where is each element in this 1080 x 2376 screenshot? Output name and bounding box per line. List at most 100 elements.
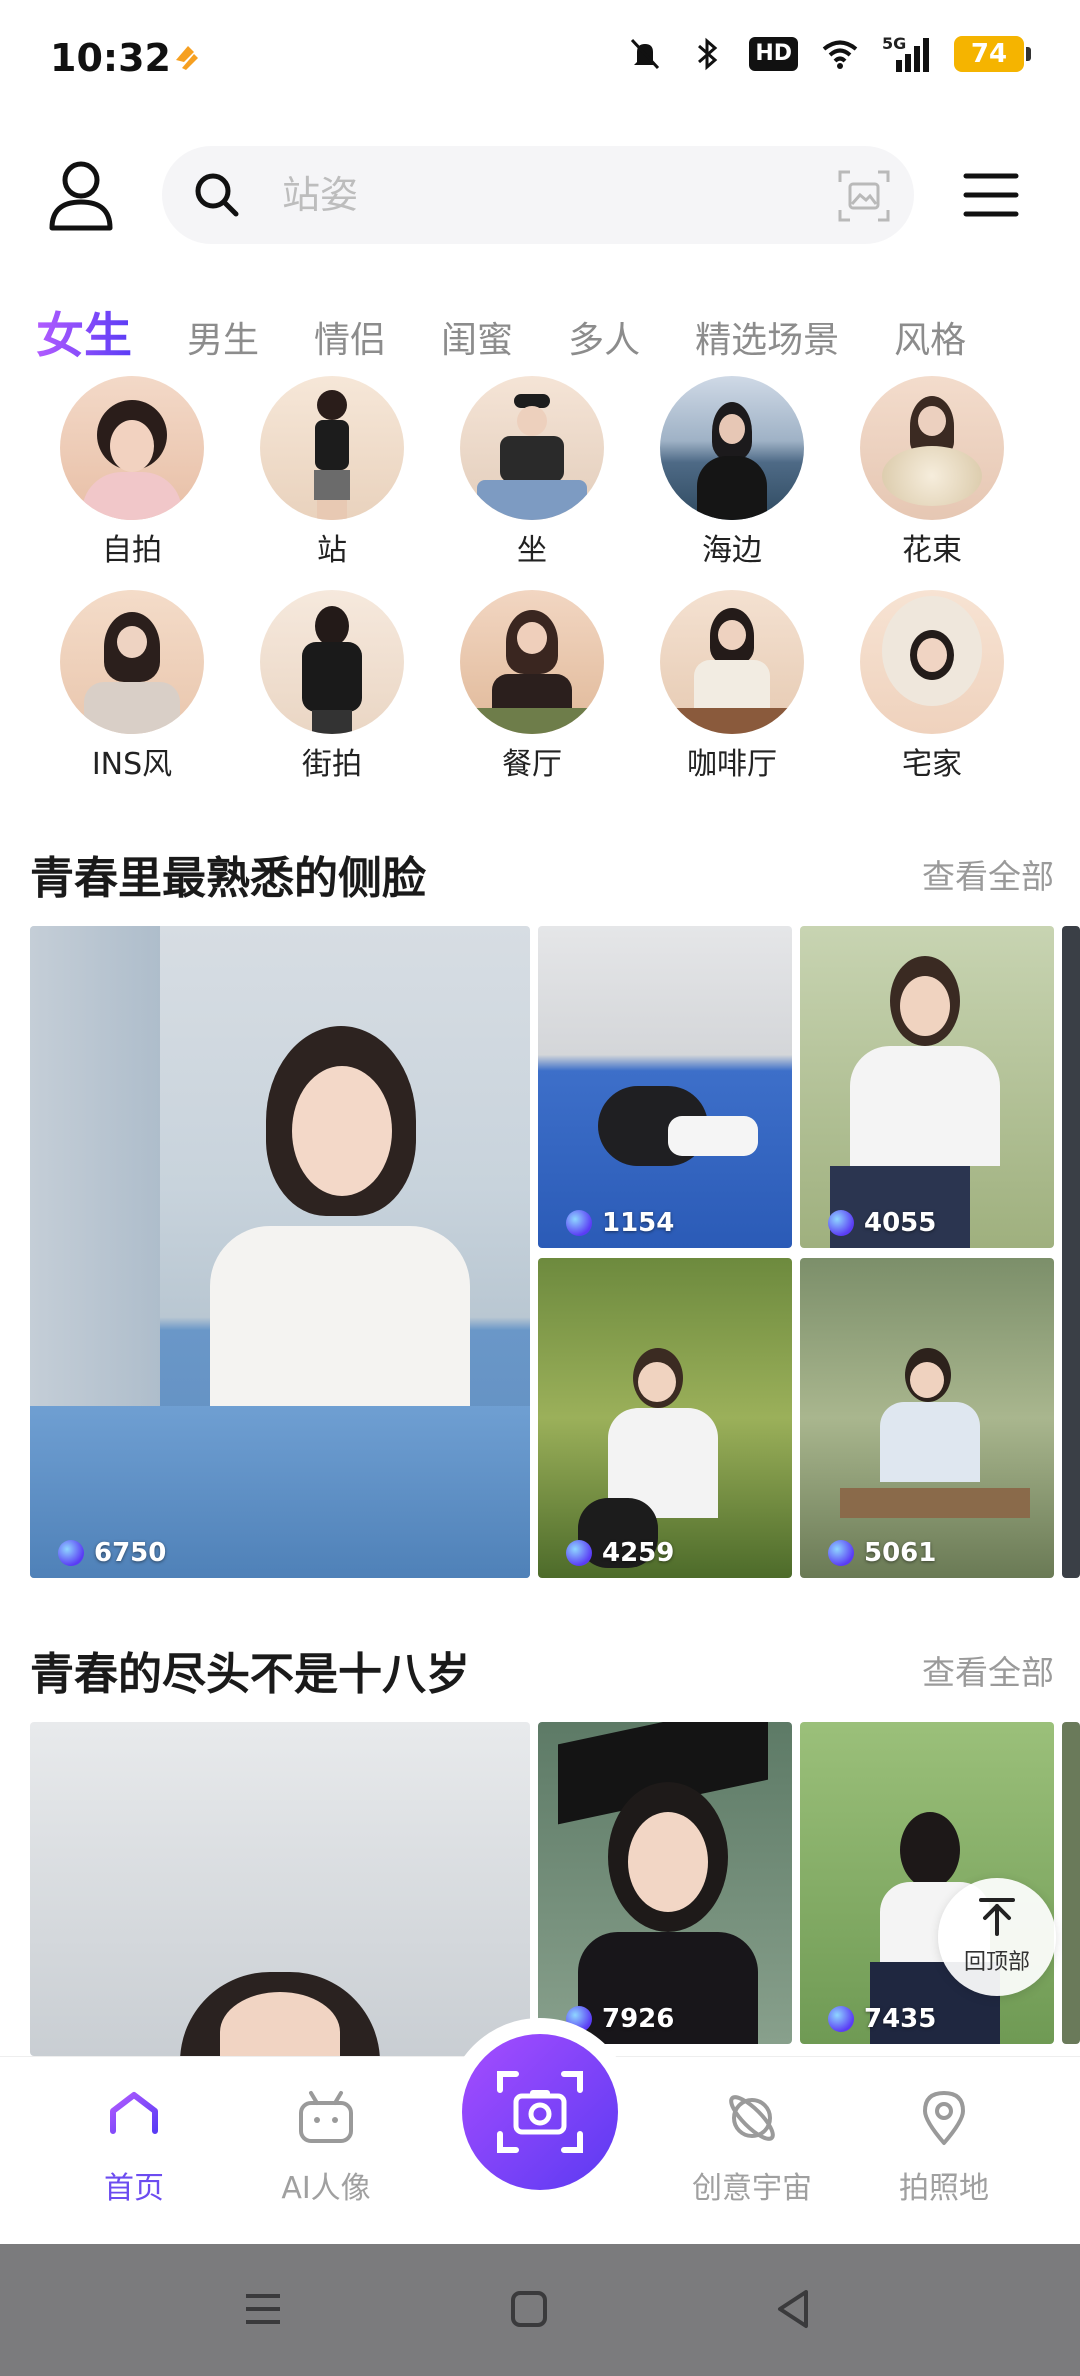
planet-icon [729,2095,775,2141]
location-pin-icon [923,2091,965,2145]
nav-photo-spots[interactable]: 拍照地 [864,2087,1024,2207]
nav-home[interactable]: 首页 [54,2087,214,2207]
pose-photo-card[interactable]: 6750 [30,926,530,1578]
usage-count-badge: 4055 [828,1208,936,1238]
app-notification-icon [176,46,198,70]
home-icon [108,2092,160,2146]
pose-thumbnail [460,376,604,520]
usage-count-badge: 6750 [58,1538,166,1568]
search-bar[interactable] [162,146,914,244]
nav-ai-portrait[interactable]: AI人像 [246,2087,406,2207]
home-button-icon[interactable] [504,2284,554,2334]
bluetooth-icon [698,37,718,71]
pose-label: 街拍 [302,747,362,782]
usage-count: 4055 [864,1208,937,1238]
pose-item-sitting[interactable]: 坐 [432,376,632,572]
hd-badge: HD [749,37,798,71]
pose-item-bouquet[interactable]: 花束 [832,376,1032,572]
usage-icon [58,1540,84,1566]
pose-thumbnail [460,590,604,734]
see-all-link[interactable]: 查看全部 [922,850,1054,898]
pose-label: 宅家 [902,747,962,782]
pose-thumbnail [660,376,804,520]
pose-photo-card[interactable]: 5061 [800,1258,1054,1578]
pose-label: INS风 [91,747,173,782]
usage-count-badge: 7435 [828,2004,936,2034]
usage-count: 6750 [94,1538,167,1568]
nav-creative-universe[interactable]: 创意宇宙 [672,2087,832,2207]
section-title: 青春的尽头不是十八岁 [30,1649,470,1700]
pose-thumbnail [260,376,404,520]
image-search-icon[interactable] [836,168,892,224]
tab-bestie[interactable]: 闺蜜 [441,316,513,366]
back-to-top-button[interactable]: 回顶部 [938,1878,1056,1996]
usage-icon [828,1540,854,1566]
pose-label: 花束 [902,533,962,568]
pose-photo-card[interactable]: 4259 [538,1258,792,1578]
recent-apps-icon[interactable] [238,2284,288,2334]
pose-label: 餐厅 [502,747,562,782]
menu-icon[interactable] [962,166,1020,224]
pose-label: 咖啡厅 [687,747,777,782]
status-time: 10:32 [50,36,171,80]
ai-robot-icon [299,2091,353,2143]
usage-count: 7926 [602,2004,675,2034]
tab-couple[interactable]: 情侣 [314,316,386,366]
pose-thumbnail [660,590,804,734]
pose-thumbnail [60,376,204,520]
pose-thumbnail [860,590,1004,734]
pose-label: 自拍 [102,533,162,568]
arrow-up-icon [979,1898,1015,1936]
pose-photo-card[interactable]: 7926 [538,1722,792,2044]
battery-indicator: 74 [954,36,1031,72]
pose-item-street[interactable]: 街拍 [232,590,432,786]
pose-photo-card-partial[interactable] [1062,926,1080,1578]
pose-photo-card[interactable]: 1154 [538,926,792,1248]
tab-male[interactable]: 男生 [187,316,259,366]
status-bar: 10:32 HD 5G 74 [0,0,1080,120]
camera-fab-container [446,2018,634,2206]
profile-icon[interactable] [46,158,116,232]
mute-bell-icon [631,38,660,70]
tab-female[interactable]: 女生 [36,306,132,366]
nav-label: 创意宇宙 [692,2171,812,2206]
usage-icon [566,1210,592,1236]
see-all-link[interactable]: 查看全部 [922,1646,1054,1694]
camera-icon [497,2071,583,2153]
back-icon[interactable] [768,2284,818,2334]
section-title: 青春里最熟悉的侧脸 [30,853,426,904]
tab-style[interactable]: 风格 [894,316,966,366]
system-navigation-bar [0,2244,1080,2376]
pose-thumbnail [60,590,204,734]
search-icon [195,173,239,217]
pose-photo-card[interactable] [30,1722,530,2056]
usage-icon [828,2006,854,2032]
pose-photo-card-partial[interactable] [1062,1722,1080,2044]
pose-label: 站 [317,533,347,568]
pose-item-ins-style[interactable]: INS风 [32,590,232,786]
usage-count-badge: 1154 [566,1208,674,1238]
tab-featured-scenes[interactable]: 精选场景 [695,316,839,366]
back-to-top-label: 回顶部 [963,1950,1030,1975]
camera-button[interactable] [462,2034,618,2190]
pose-item-restaurant[interactable]: 餐厅 [432,590,632,786]
tab-group[interactable]: 多人 [568,316,640,366]
pose-item-selfie[interactable]: 自拍 [32,376,232,572]
nav-label: 首页 [104,2171,164,2206]
pose-item-cafe[interactable]: 咖啡厅 [632,590,832,786]
usage-icon [828,1210,854,1236]
pose-photo-card[interactable]: 4055 [800,926,1054,1248]
pose-item-beach[interactable]: 海边 [632,376,832,572]
nav-label: AI人像 [281,2171,371,2206]
usage-count: 7435 [864,2004,937,2034]
category-tabs: 女生 男生 情侣 闺蜜 多人 精选场景 风格 [36,296,1080,366]
signal-icon: 5G [882,34,932,74]
usage-count: 5061 [864,1538,937,1568]
usage-count: 1154 [602,1208,675,1238]
pose-thumbnail [260,590,404,734]
pose-item-home[interactable]: 宅家 [832,590,1032,786]
pose-item-standing[interactable]: 站 [232,376,432,572]
usage-count: 4259 [602,1538,675,1568]
search-input[interactable] [282,170,762,220]
pose-category-grid: 自拍 站 坐 海边 花束 INS风 街拍 餐厅 咖啡厅 宅家 [32,376,1032,786]
